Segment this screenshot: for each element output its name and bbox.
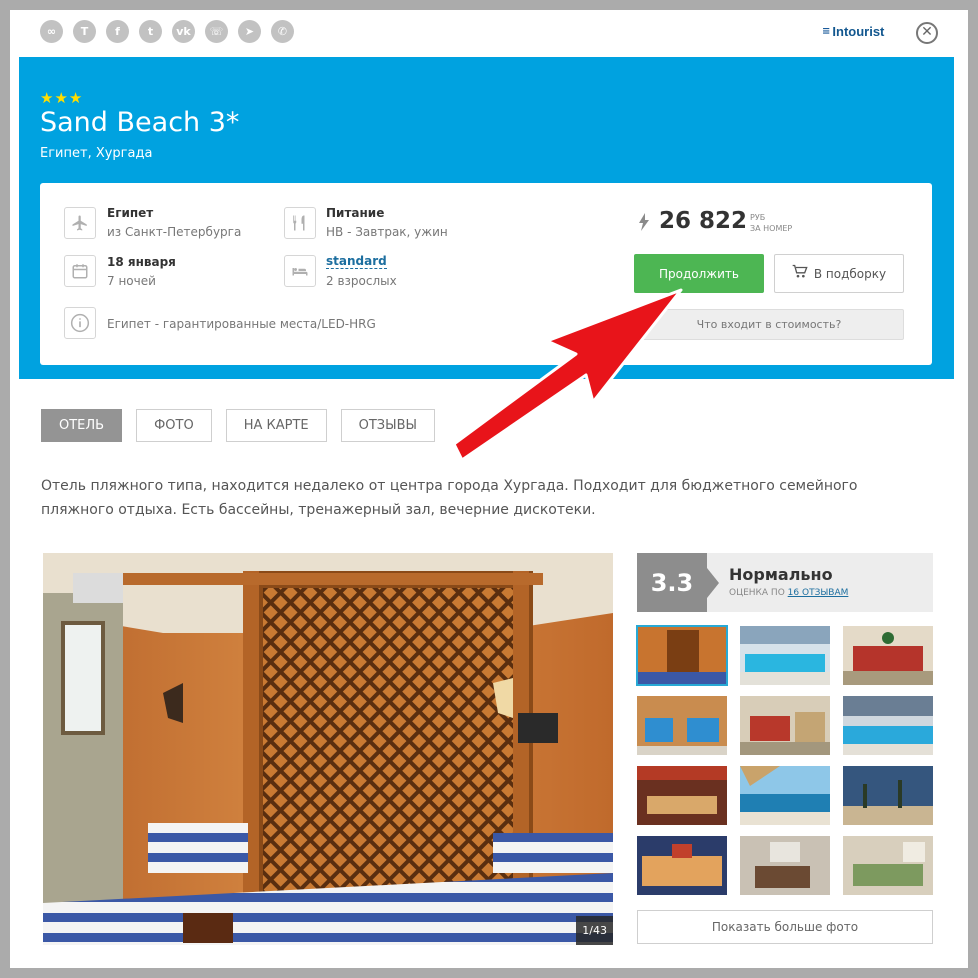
calendar-icon xyxy=(64,255,96,287)
hotel-stars: ★★★ xyxy=(40,89,84,107)
rating-score: 3.3 xyxy=(637,553,707,612)
tour-info-card: Египет из Санкт-Петербурга Питание HB - … xyxy=(40,183,932,365)
photo-thumbnail[interactable] xyxy=(843,766,933,825)
whatsapp-icon[interactable]: ☏ xyxy=(205,20,228,43)
rating-arrow xyxy=(707,568,719,598)
rating-label: Нормально xyxy=(729,565,833,584)
photo-thumbnail[interactable] xyxy=(740,626,830,685)
price-currency: РУБ ЗА НОМЕР xyxy=(750,212,792,234)
continue-button[interactable]: Продолжить xyxy=(634,254,764,293)
bed-icon xyxy=(284,255,316,287)
whats-included-button[interactable]: Что входит в стоимость? xyxy=(634,309,904,340)
add-to-collection-label: В подборку xyxy=(813,266,887,281)
currency: РУБ xyxy=(750,213,766,222)
photo-counter: 1/43 xyxy=(576,916,613,945)
hotel-tabs: ОТЕЛЬ ФОТО НА КАРТЕ ОТЗЫВЫ xyxy=(41,409,435,442)
hotel-location: Египет, Хургада xyxy=(40,146,153,161)
lightning-icon xyxy=(638,213,650,235)
rating-subtitle: ОЦЕНКА ПО 16 ОТЗЫВАМ xyxy=(729,588,848,598)
main-photo-image xyxy=(43,553,613,945)
twitter-icon[interactable]: t xyxy=(139,20,162,43)
tab-reviews[interactable]: ОТЗЫВЫ xyxy=(340,409,435,442)
cart-icon xyxy=(792,264,808,283)
tab-hotel[interactable]: ОТЕЛЬ xyxy=(41,409,123,442)
room-guests: 2 взрослых xyxy=(326,274,397,288)
room-type[interactable]: standard xyxy=(326,254,387,269)
photo-thumbnail[interactable] xyxy=(636,625,728,686)
photo-thumbnail[interactable] xyxy=(843,626,933,685)
vk-icon[interactable]: vk xyxy=(172,20,195,43)
photo-thumbnail[interactable] xyxy=(843,696,933,755)
close-icon[interactable]: ✕ xyxy=(916,22,938,44)
hotel-header: ★★★ Sand Beach 3* Египет, Хургада Египет… xyxy=(19,57,954,379)
rating-box: 3.3 Нормально ОЦЕНКА ПО 16 ОТЗЫВАМ xyxy=(637,553,933,612)
brand-logo: ≡ Intourist xyxy=(822,24,884,39)
tour-nights: 7 ночей xyxy=(107,274,156,288)
viber-icon[interactable]: ✆ xyxy=(271,20,294,43)
add-to-collection-button[interactable]: В подборку xyxy=(774,254,904,293)
show-more-photos-button[interactable]: Показать больше фото xyxy=(637,910,933,944)
facebook-icon[interactable]: f xyxy=(106,20,129,43)
main-photo[interactable]: 1/43 xyxy=(43,553,613,945)
photo-thumbnail[interactable] xyxy=(740,696,830,755)
hotel-description: Отель пляжного типа, находится недалеко … xyxy=(41,478,858,518)
tour-date: 18 января xyxy=(107,255,176,269)
tab-map[interactable]: НА КАРТЕ xyxy=(225,409,327,442)
photo-thumbnail[interactable] xyxy=(637,696,727,755)
brand-mark-icon: ≡ xyxy=(822,26,831,37)
telegram-icon[interactable]: ➤ xyxy=(238,20,261,43)
info-icon xyxy=(64,307,96,339)
tour-departure: из Санкт-Петербурга xyxy=(107,225,242,239)
photo-thumbnails xyxy=(636,625,933,895)
meal-type: HB - Завтрак, ужин xyxy=(326,225,448,239)
room-type-link[interactable]: standard xyxy=(326,254,387,269)
hotel-popup: ∞ T f t vk ☏ ➤ ✆ ≡ Intourist ✕ ★★★ Sand … xyxy=(10,10,968,968)
tour-note: Египет - гарантированные места/LED-HRG xyxy=(107,317,376,331)
tour-country: Египет xyxy=(107,206,154,220)
hotel-name: Sand Beach 3* xyxy=(40,107,240,138)
fork-knife-icon xyxy=(284,207,316,239)
photo-thumbnail[interactable] xyxy=(740,836,830,895)
share-bar: ∞ T f t vk ☏ ➤ ✆ xyxy=(40,20,294,43)
reviews-link[interactable]: 16 ОТЗЫВАМ xyxy=(788,588,849,598)
rating-sub-prefix: ОЦЕНКА ПО xyxy=(729,588,785,598)
price-amount: 26 822 xyxy=(659,208,748,234)
link-icon[interactable]: ∞ xyxy=(40,20,63,43)
photo-thumbnail[interactable] xyxy=(843,836,933,895)
meal-title: Питание xyxy=(326,206,385,220)
brand-name: Intourist xyxy=(832,24,885,39)
photo-thumbnail[interactable] xyxy=(740,766,830,825)
price-per: ЗА НОМЕР xyxy=(750,224,793,233)
airplane-icon xyxy=(64,207,96,239)
photo-thumbnail[interactable] xyxy=(637,766,727,825)
t-icon[interactable]: T xyxy=(73,20,96,43)
tab-photo[interactable]: ФОТО xyxy=(136,409,212,442)
photo-thumbnail[interactable] xyxy=(637,836,727,895)
